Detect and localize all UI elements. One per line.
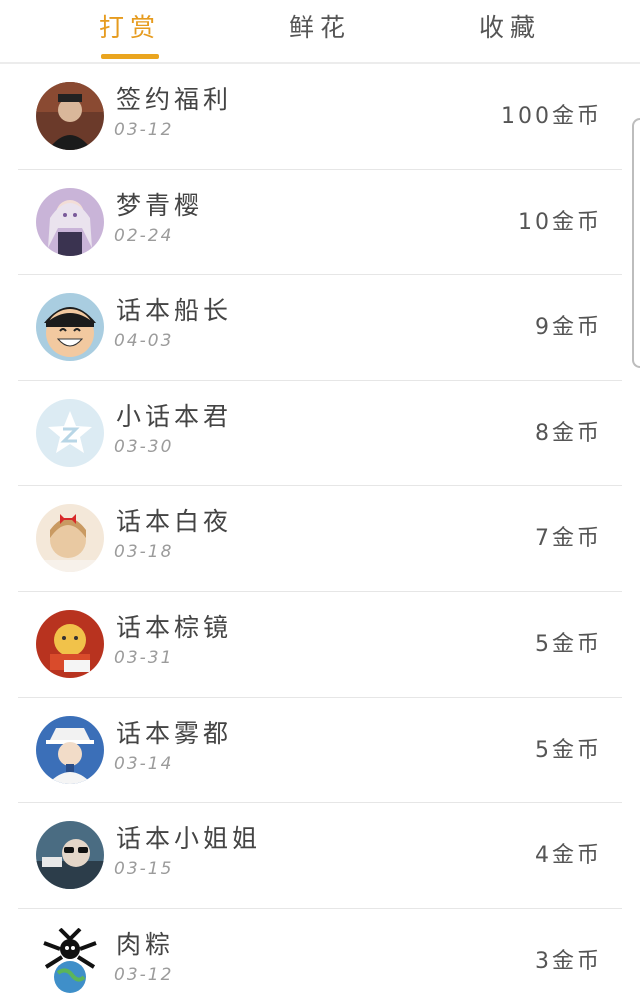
- reward-amount: 5金币: [535, 631, 602, 657]
- list-item[interactable]: 话本雾都 03-14 5金币: [0, 698, 640, 804]
- tab-reward[interactable]: 打赏: [55, 0, 205, 62]
- list-item[interactable]: 签约福利 03-12 100金币: [0, 64, 640, 170]
- reward-date: 03-12: [114, 120, 174, 140]
- reward-amount: 7金币: [535, 526, 602, 552]
- list-item[interactable]: 话本小姐姐 03-15 4金币: [0, 803, 640, 909]
- user-name: 小话本君: [116, 401, 233, 431]
- reward-date: 03-18: [114, 542, 174, 563]
- reward-amount: 100金币: [501, 104, 602, 129]
- reward-amount: 8金币: [535, 420, 602, 446]
- luffy-avatar[interactable]: [36, 293, 104, 362]
- user-name: 话本棕镜: [116, 612, 233, 642]
- user-name: 话本雾都: [116, 718, 233, 748]
- list-item[interactable]: 话本白夜 03-18 7金币: [0, 486, 640, 592]
- list-item[interactable]: 话本船长 04-03 9金币: [0, 275, 640, 381]
- reward-date: 03-31: [114, 647, 174, 668]
- girl-red-bow-avatar[interactable]: [36, 504, 104, 573]
- list-item[interactable]: 小话本君 03-30 8金币: [0, 381, 640, 487]
- reward-date: 02-24: [114, 225, 174, 246]
- reward-date: 03-15: [114, 859, 174, 880]
- reward-amount: 10金币: [518, 209, 602, 235]
- default-star-avatar[interactable]: [36, 398, 104, 467]
- tab-flowers[interactable]: 鲜花: [245, 0, 395, 62]
- kid-avatar[interactable]: [36, 715, 104, 784]
- anime-girl-avatar[interactable]: [36, 187, 104, 256]
- globe-avatar[interactable]: [36, 926, 104, 995]
- reward-amount: 5金币: [535, 737, 602, 763]
- list-item[interactable]: 梦青樱 02-24 10金币: [0, 170, 640, 276]
- reward-amount: 9金币: [535, 315, 602, 341]
- list-item[interactable]: 肉粽 03-12 3金币: [0, 909, 640, 1004]
- portrait-avatar[interactable]: [36, 82, 104, 150]
- user-name: 肉粽: [116, 929, 175, 959]
- reward-date: 03-14: [114, 753, 174, 774]
- reward-date: 03-30: [114, 436, 174, 457]
- cartoon-avatar[interactable]: [36, 609, 104, 678]
- list-item[interactable]: 话本棕镜 03-31 5金币: [0, 592, 640, 698]
- reward-amount: 3金币: [535, 948, 602, 974]
- user-name: 梦青樱: [116, 190, 204, 220]
- user-name: 签约福利: [116, 85, 233, 114]
- reward-list: 签约福利 03-12 100金币 梦青樱 02-24 10金币 话本船长 04-…: [0, 64, 640, 1004]
- reward-date: 04-03: [114, 331, 174, 352]
- scrollbar[interactable]: [632, 118, 640, 368]
- reward-amount: 4金币: [535, 843, 602, 869]
- sunglasses-avatar[interactable]: [36, 821, 104, 890]
- user-name: 话本小姐姐: [116, 824, 262, 854]
- active-tab-indicator: [101, 54, 159, 59]
- user-name: 话本船长: [116, 296, 233, 326]
- user-name: 话本白夜: [116, 507, 233, 537]
- tab-favorites[interactable]: 收藏: [435, 0, 585, 62]
- reward-date: 03-12: [114, 964, 174, 985]
- tab-bar: 打赏 鲜花 收藏: [0, 0, 640, 64]
